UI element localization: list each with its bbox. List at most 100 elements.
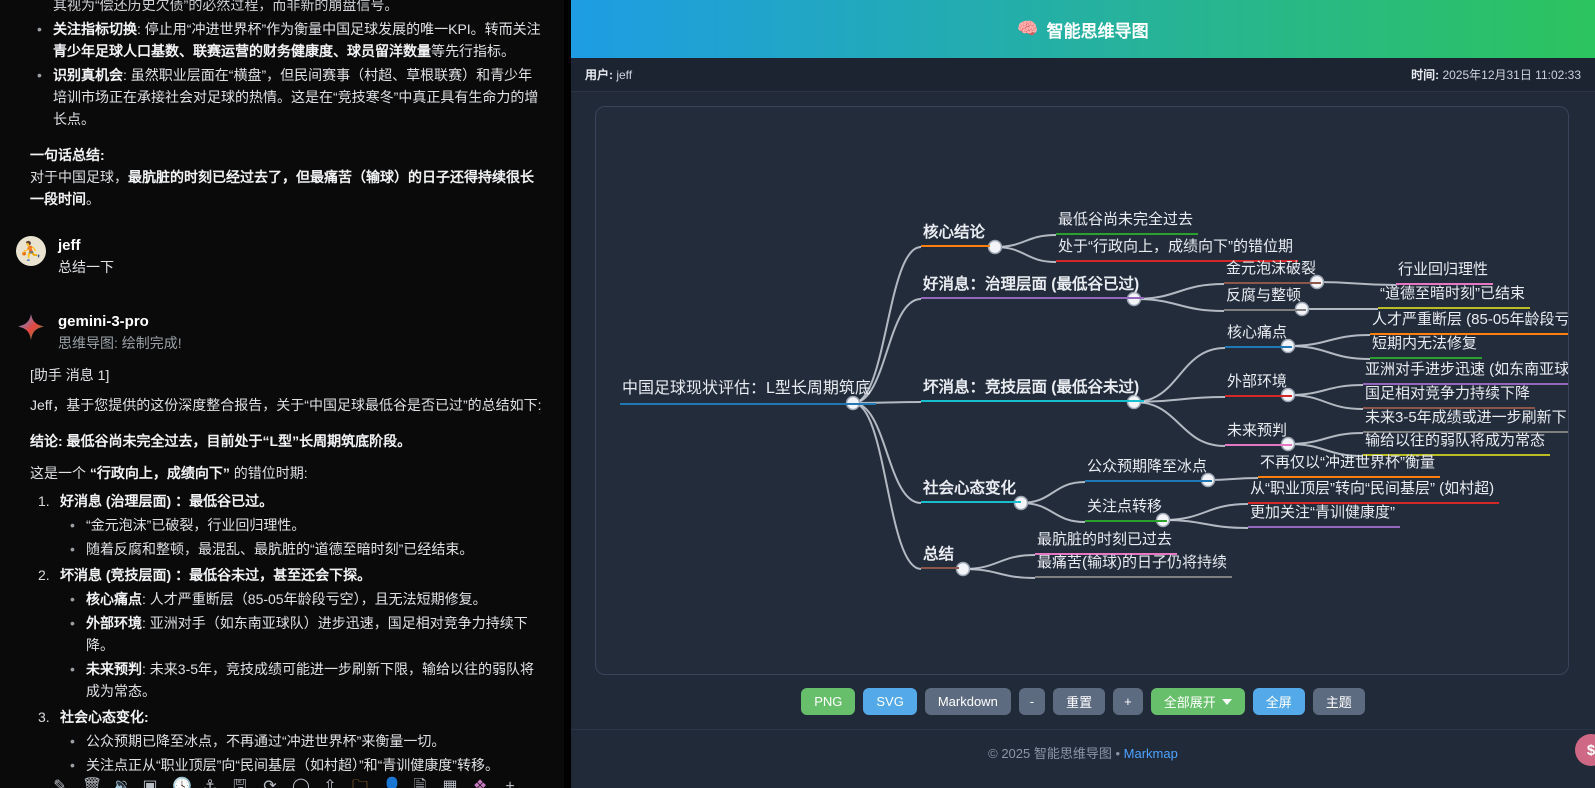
grid-icon[interactable]: ▦ bbox=[442, 776, 458, 788]
chat-toolbar-icons: ✎ 🗑 🔉 ▣ 🕓 ⚓ 🖫 ⟳ ◯ ⇧ 🗀 👤 🗎 ▦ ❖ + bbox=[52, 776, 518, 788]
user-avatar[interactable]: ⛹ bbox=[16, 236, 46, 266]
chat-panel: 其视为“偿还历史欠债”的必然过程，而非新的崩盘信号。 • 关注指标切换: 停止用… bbox=[0, 0, 564, 788]
assistant-name: gemini-3-pro bbox=[58, 312, 182, 332]
footer-separator: • bbox=[1115, 746, 1120, 761]
reset-button[interactable]: 重置 bbox=[1053, 688, 1105, 715]
export-svg-button[interactable]: SVG bbox=[863, 688, 916, 715]
chat-summary-text: 对于中国足球，最肮脏的时刻已经过去了，但最痛苦（输球）的日子还得持续很长一段时间… bbox=[30, 166, 544, 210]
mindmap-node[interactable]: 好消息：治理层面 (最低谷已过) bbox=[921, 275, 1144, 299]
export-markdown-button[interactable]: Markdown bbox=[925, 688, 1011, 715]
mindmap-node[interactable]: 输给以往的弱队将成为常态 bbox=[1363, 432, 1550, 456]
brain-icon: 🧠 bbox=[1017, 19, 1038, 39]
list-subitem: •未来预判: 未来3-5年，竞技成绩可能进一步刷新下限，输给以往的弱队将成为常态… bbox=[30, 658, 544, 702]
mindmap-node[interactable]: 最肮脏的时刻已过去 bbox=[1035, 531, 1177, 555]
mindmap-node[interactable]: 金元泡沫破裂 bbox=[1224, 260, 1321, 284]
image-icon[interactable]: ▣ bbox=[142, 776, 158, 788]
list-subitem: •关注点正从“职业顶层”向“民间基层（如村超）”和“青训健康度”转移。 bbox=[30, 754, 544, 776]
caret-down-icon bbox=[1222, 699, 1232, 705]
user-label: 用户: bbox=[585, 68, 613, 82]
mindmap-node[interactable]: 最痛苦(输球)的日子仍将持续 bbox=[1035, 554, 1232, 578]
mindmap-node[interactable]: 社会心态变化 bbox=[921, 479, 1021, 503]
mindmap-node[interactable]: 未来预判 bbox=[1225, 422, 1292, 446]
time-label: 时间: bbox=[1411, 68, 1439, 82]
mindmap-node[interactable]: 人才严重断层 (85-05年龄段亏空) bbox=[1370, 311, 1569, 335]
mindmap-node[interactable]: 处于“行政向上，成绩向下”的错位期 bbox=[1056, 238, 1298, 262]
mindmap-node[interactable]: 更加关注“青训健康度” bbox=[1248, 504, 1400, 528]
assistant-message-header: gemini-3-pro 思维导图: 绘制完成! bbox=[16, 312, 544, 354]
mindmap-node-root[interactable]: 中国足球现状评估：L型长周期筑底 bbox=[620, 379, 876, 405]
mindmap-infobar: 用户: jeff 时间: 2025年12月31日 11:02:33 bbox=[571, 58, 1595, 92]
user-icon[interactable]: 👤 bbox=[382, 776, 398, 788]
mindmap-node[interactable]: 坏消息：竞技层面 (最低谷未过) bbox=[921, 378, 1144, 402]
assistant-status: 思维导图: 绘制完成! bbox=[58, 332, 182, 354]
user-message-header: ⛹ jeff 总结一下 bbox=[16, 236, 544, 278]
list-subitem: •“金元泡沫”已破裂，行业回归理性。 bbox=[30, 514, 544, 536]
mindmap-collapse-toggle[interactable] bbox=[989, 241, 1002, 254]
app: 其视为“偿还历史欠债”的必然过程，而非新的崩盘信号。 • 关注指标切换: 停止用… bbox=[0, 0, 1595, 788]
mindmap-node[interactable]: 关注点转移 bbox=[1085, 498, 1167, 522]
list-subitem: •随着反腐和整顿，最混乱、最肮脏的“道德至暗时刻”已经结束。 bbox=[30, 538, 544, 560]
share-icon[interactable]: ⇧ bbox=[322, 776, 338, 788]
markmap-link[interactable]: Markmap bbox=[1124, 746, 1178, 761]
list-subitem: •公众预期已降至冰点，不再通过“冲进世界杯”来衡量一切。 bbox=[30, 730, 544, 752]
anchor-icon[interactable]: ⚓ bbox=[202, 776, 218, 788]
assistant-conclusion: 结论: 最低谷尚未完全过去，目前处于“L型”长周期筑底阶段。 bbox=[30, 430, 544, 452]
mindmap-node[interactable]: 总结 bbox=[921, 545, 959, 569]
sticker-icon[interactable]: ❖ bbox=[472, 776, 488, 788]
chat-clipped-line: 其视为“偿还历史欠债”的必然过程，而非新的崩盘信号。 bbox=[30, 0, 544, 16]
time-value: 2025年12月31日 11:02:33 bbox=[1442, 68, 1581, 82]
user-message: 总结一下 bbox=[58, 256, 114, 278]
soccer-player-icon: ⛹ bbox=[20, 240, 42, 262]
plus-icon[interactable]: + bbox=[502, 776, 518, 788]
bullet-icon: • bbox=[37, 18, 53, 62]
mindmap-header: 🧠 智能思维导图 bbox=[571, 0, 1595, 58]
list-item: 3. 社会心态变化: bbox=[30, 706, 544, 728]
mindmap-node[interactable]: 核心痛点 bbox=[1225, 324, 1292, 348]
document-icon[interactable]: 🗎 bbox=[412, 776, 428, 788]
fullscreen-button[interactable]: 全屏 bbox=[1253, 688, 1305, 715]
assistant-meta: [助手 消息 1] bbox=[30, 364, 544, 386]
theme-button[interactable]: 主题 bbox=[1313, 688, 1365, 715]
mindmap-node[interactable]: “道德至暗时刻”已结束 bbox=[1378, 285, 1530, 309]
assistant-numbered-list: 1. 好消息 (治理层面) ：最低谷已过。 •“金元泡沫”已破裂，行业回归理性。… bbox=[30, 490, 544, 776]
bullet-label: 识别真机会 bbox=[53, 67, 123, 83]
list-subitem: •核心痛点: 人才严重断层（85-05年龄段亏空），且无法短期修复。 bbox=[30, 588, 544, 610]
mindmap-node[interactable]: 反腐与整顿 bbox=[1224, 287, 1306, 311]
mindmap-panel: 🧠 智能思维导图 用户: jeff 时间: 2025年12月31日 11:02:… bbox=[564, 0, 1595, 788]
bullet-label: 关注指标切换 bbox=[53, 21, 137, 37]
save-icon[interactable]: 🖫 bbox=[232, 776, 248, 788]
mindmap-node[interactable]: 从“职业顶层”转向“民间基层” (如村超) bbox=[1248, 480, 1499, 504]
delete-icon[interactable]: 🗑 bbox=[82, 776, 98, 788]
expand-all-button[interactable]: 全部展开 bbox=[1151, 688, 1245, 715]
chat-summary-title: 一句话总结: bbox=[30, 144, 544, 166]
edit-icon[interactable]: ✎ bbox=[52, 776, 68, 788]
speaker-icon[interactable]: 🔉 bbox=[112, 776, 128, 788]
mindmap-node[interactable]: 不再仅以“冲进世界杯”衡量 bbox=[1258, 454, 1440, 478]
history-icon[interactable]: 🕓 bbox=[172, 776, 188, 788]
mindmap-node[interactable]: 短期内无法修复 bbox=[1370, 335, 1482, 359]
mindmap-canvas[interactable]: 中国足球现状评估：L型长周期筑底 核心结论 最低谷尚未完全过去 处于“行政向上，… bbox=[595, 106, 1569, 675]
user-value: jeff bbox=[616, 68, 632, 82]
folder-icon[interactable]: 🗀 bbox=[352, 776, 368, 788]
bullet-icon: • bbox=[37, 64, 53, 130]
zoom-in-button[interactable]: + bbox=[1113, 688, 1143, 715]
assistant-period-line: 这是一个 “行政向上，成绩向下” 的错位时期: bbox=[30, 462, 544, 484]
assistant-intro: Jeff，基于您提供的这份深度整合报告，关于“中国足球最低谷是否已过”的总结如下… bbox=[30, 394, 544, 416]
app-title: 智能思维导图 bbox=[1047, 17, 1149, 42]
mindmap-node[interactable]: 最低谷尚未完全过去 bbox=[1056, 211, 1198, 235]
list-subitem: •外部环境: 亚洲对手（如东南亚球队）进步迅速，国足相对竞争力持续下降。 bbox=[30, 612, 544, 656]
mindmap-node[interactable]: 核心结论 bbox=[921, 223, 990, 247]
mindmap-node[interactable]: 外部环境 bbox=[1225, 373, 1292, 397]
refresh-icon[interactable]: ⟳ bbox=[262, 776, 278, 788]
export-png-button[interactable]: PNG bbox=[801, 688, 855, 715]
mindmap-node[interactable]: 行业回归理性 bbox=[1396, 261, 1493, 285]
mindmap-node[interactable]: 未来3-5年成绩或进一步刷新下限 bbox=[1363, 409, 1569, 433]
zoom-out-button[interactable]: - bbox=[1019, 688, 1045, 715]
mindmap-node[interactable]: 公众预期降至冰点 bbox=[1085, 458, 1212, 482]
record-icon[interactable]: ◯ bbox=[292, 776, 308, 788]
mindmap-node[interactable]: 国足相对竞争力持续下降 bbox=[1363, 385, 1535, 409]
list-item: 1. 好消息 (治理层面) ：最低谷已过。 bbox=[30, 490, 544, 512]
gemini-star-icon bbox=[16, 312, 46, 342]
chat-bullet-opportunity: • 识别真机会: 虽然职业层面在“横盘”，但民间赛事（村超、草根联赛）和青少年培… bbox=[30, 64, 544, 130]
mindmap-node[interactable]: 亚洲对手进步迅速 (如东南亚球队) bbox=[1363, 361, 1569, 385]
